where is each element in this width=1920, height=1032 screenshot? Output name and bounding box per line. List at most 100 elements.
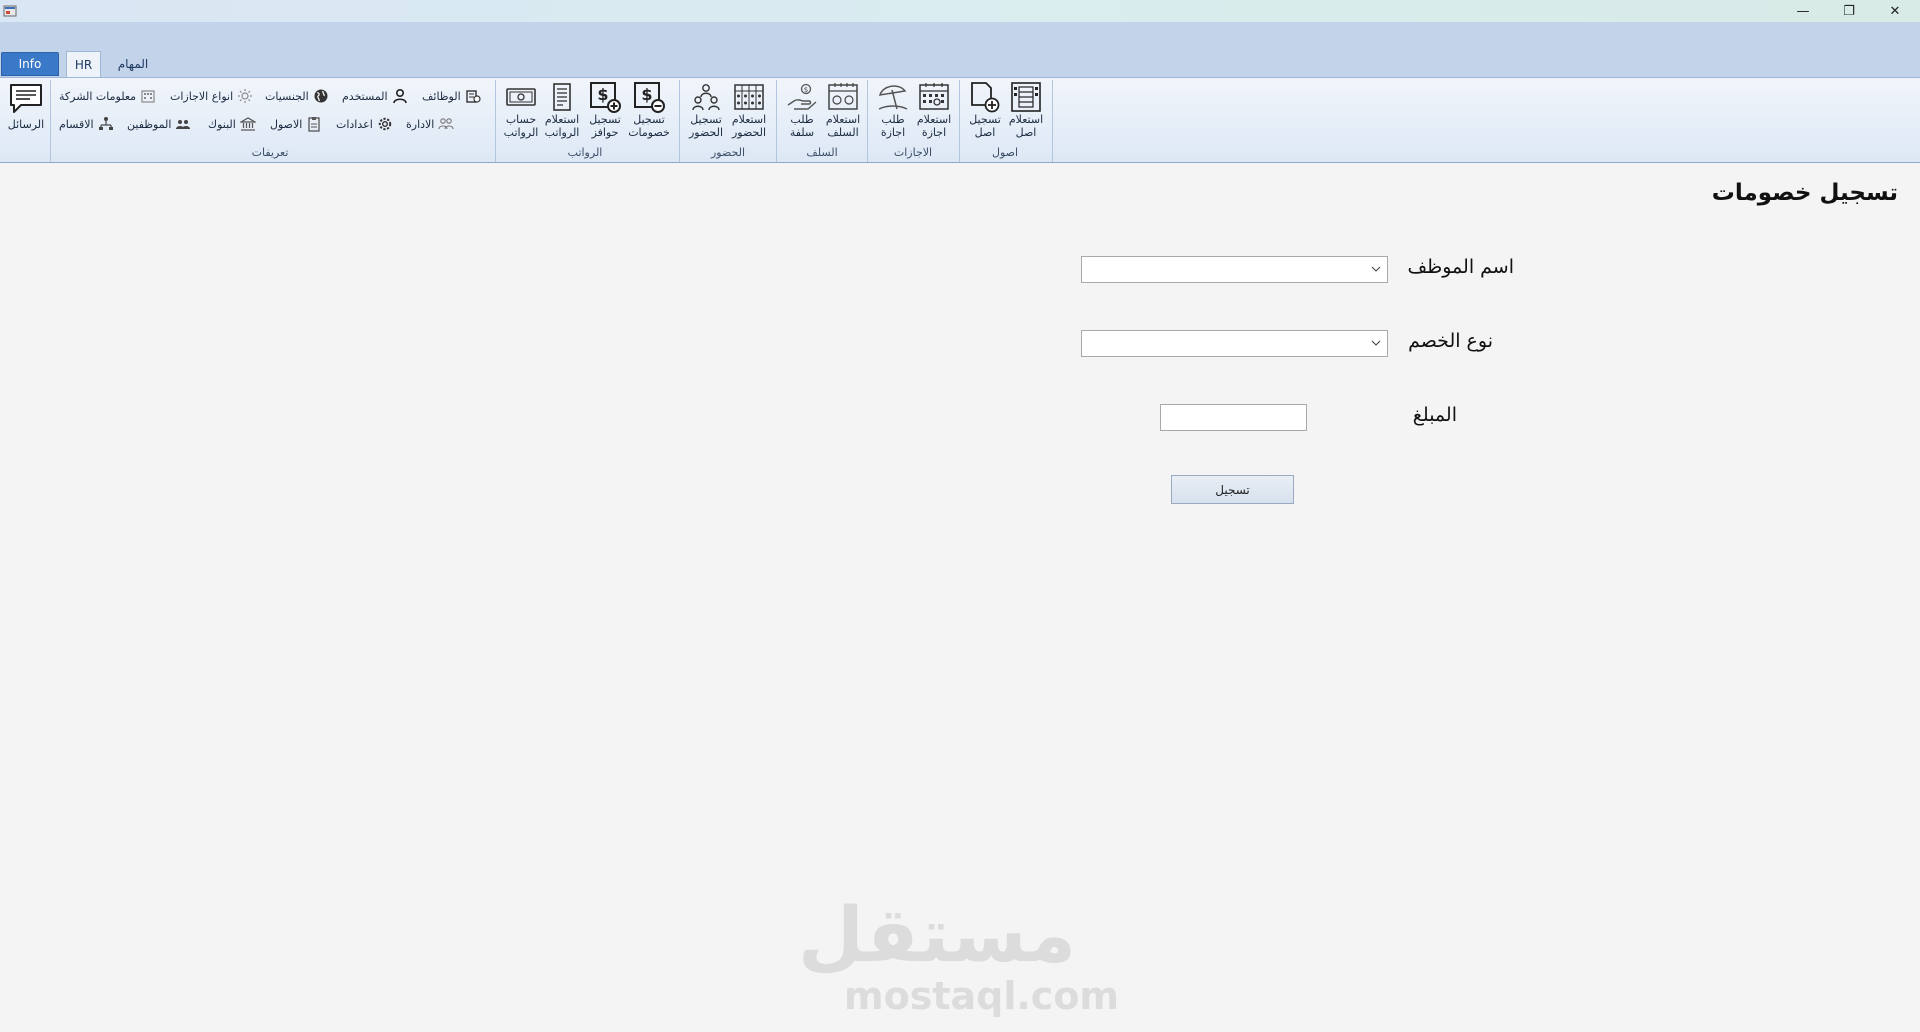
company-info-button[interactable]: معلومات الشركة: [59, 86, 156, 106]
svg-text:$: $: [641, 85, 652, 104]
request-advance-label: طلب سلفة: [789, 113, 815, 139]
chevron-down-icon: [1371, 340, 1381, 346]
record-incentives-button[interactable]: $ تسجيل حوافز: [584, 81, 626, 143]
administration-label: الادارة: [406, 117, 435, 131]
close-button[interactable]: ✕: [1872, 0, 1918, 22]
title-bar: — ❐ ✕: [0, 0, 1920, 22]
asset-inquiry-button[interactable]: استعلام اصل: [1005, 81, 1047, 143]
money-add-icon: $: [590, 82, 621, 113]
banks-label: البنوك: [208, 117, 236, 131]
deduction-type-label: نوع الخصم: [1408, 330, 1493, 352]
group-separator: [679, 80, 680, 162]
tab-tasks[interactable]: المهام: [108, 52, 158, 76]
request-advance-button[interactable]: $ طلب سلفة: [781, 81, 823, 143]
minimize-button[interactable]: —: [1780, 0, 1826, 22]
jobs-button[interactable]: الوظائف: [422, 86, 481, 106]
employees-label: الموظفين: [127, 117, 172, 131]
ribbon-tab-strip: [0, 22, 1920, 77]
tab-info[interactable]: Info: [1, 52, 59, 76]
calendar-money-icon: [828, 83, 858, 110]
employees-button[interactable]: الموظفين: [127, 114, 191, 134]
ribbon-panel: الرسائل الوظائف المستخدم الجنسيات انواع …: [0, 77, 1920, 163]
record-attendance-label: تسجيل الحضور: [688, 113, 724, 139]
departments-button[interactable]: الاقسام: [59, 114, 114, 134]
advances-group-label: السلف: [806, 146, 838, 159]
assets-button[interactable]: الاصول: [270, 114, 322, 134]
chevron-down-icon: [1371, 266, 1381, 272]
request-leave-label: طلب اجازة: [880, 113, 906, 139]
jobs-label: الوظائف: [422, 89, 461, 103]
record-incentives-label: تسجيل حوافز: [589, 113, 621, 139]
advances-inquiry-label: استعلام السلف: [825, 113, 861, 139]
message-icon: [10, 84, 42, 113]
group-separator: [50, 80, 51, 162]
watermark-arabic-text: مستقل: [798, 890, 1076, 979]
submit-button[interactable]: تسجيل: [1171, 475, 1294, 504]
team-icon: [438, 118, 454, 130]
record-deductions-button[interactable]: $ تسجيل خصومات: [628, 81, 670, 143]
user-button[interactable]: المستخدم: [342, 86, 408, 106]
org-chart-icon: [98, 117, 113, 130]
calculate-salaries-button[interactable]: حساب الرواتب: [500, 81, 542, 143]
bank-icon: [239, 117, 256, 131]
messages-label: الرسائل: [7, 118, 45, 131]
departments-label: الاقسام: [59, 117, 94, 131]
request-leave-button[interactable]: طلب اجازة: [872, 81, 914, 143]
leave-types-label: انواع الاجازات: [170, 89, 234, 103]
leave-inquiry-label: استعلام اجازة: [916, 113, 952, 139]
employee-name-label: اسم الموظف: [1407, 256, 1514, 278]
globe-icon: [314, 89, 328, 103]
group-separator: [959, 80, 960, 162]
nationalities-button[interactable]: الجنسيات: [265, 86, 329, 106]
attendance-icon: [692, 84, 720, 111]
administration-button[interactable]: الادارة: [406, 114, 454, 134]
people-icon: [176, 120, 191, 129]
assets-label: الاصول: [270, 117, 303, 131]
watermark-latin-text: mostaql.com: [844, 974, 1120, 1018]
user-label: المستخدم: [342, 89, 388, 103]
leave-types-button[interactable]: انواع الاجازات: [170, 86, 253, 106]
app-icon: [3, 5, 17, 17]
restore-button[interactable]: ❐: [1826, 0, 1872, 22]
gear-icon: [378, 117, 391, 131]
group-separator: [1052, 80, 1053, 162]
watermark-logo: مستقل mostaql.com: [798, 890, 1120, 1018]
settings-label: اعدادات: [336, 117, 373, 131]
building-icon: [141, 90, 155, 103]
leave-inquiry-button[interactable]: استعلام اجازة: [913, 81, 955, 143]
attendance-group-label: الحضور: [710, 146, 746, 159]
svg-text:$: $: [597, 85, 608, 104]
tab-hr[interactable]: HR: [66, 51, 101, 77]
jobs-icon: [465, 90, 481, 103]
definitions-group-label: تعريفات: [251, 146, 289, 159]
calendar-search-icon: [919, 83, 949, 110]
employee-name-dropdown[interactable]: [1081, 256, 1388, 283]
company-info-label: معلومات الشركة: [59, 89, 137, 103]
register-asset-label: تسجيل اصل: [969, 113, 1001, 139]
document-add-icon: [971, 82, 1000, 113]
settings-button[interactable]: اعدادات: [336, 114, 393, 134]
attendance-inquiry-button[interactable]: استعلام الحضور: [728, 81, 770, 143]
nationalities-label: الجنسيات: [265, 89, 309, 103]
money-remove-icon: $: [634, 82, 665, 113]
asset-inquiry-label: استعلام اصل: [1008, 113, 1044, 139]
deduction-type-dropdown[interactable]: [1081, 330, 1388, 357]
attendance-inquiry-label: استعلام الحضور: [731, 113, 767, 139]
record-attendance-button[interactable]: تسجيل الحضور: [685, 81, 727, 143]
salaries-inquiry-button[interactable]: استعلام الرواتب: [541, 81, 583, 143]
svg-text:$: $: [804, 86, 808, 94]
cabinet-icon: [1011, 82, 1041, 112]
amount-input[interactable]: [1160, 404, 1307, 431]
leaves-group-label: الاجازات: [893, 146, 933, 159]
payslip-icon: [553, 83, 571, 111]
record-deductions-label: تسجيل خصومات: [628, 113, 670, 139]
register-asset-button[interactable]: تسجيل اصل: [964, 81, 1006, 143]
banks-button[interactable]: البنوك: [208, 114, 256, 134]
hand-coin-icon: $: [787, 83, 817, 110]
money-icon: [506, 88, 536, 106]
page-title: تسجيل خصومات: [1711, 180, 1898, 206]
user-icon: [392, 88, 407, 104]
advances-inquiry-button[interactable]: استعلام السلف: [822, 81, 864, 143]
sun-icon: [238, 89, 253, 103]
messages-button[interactable]: الرسائل: [4, 82, 48, 144]
